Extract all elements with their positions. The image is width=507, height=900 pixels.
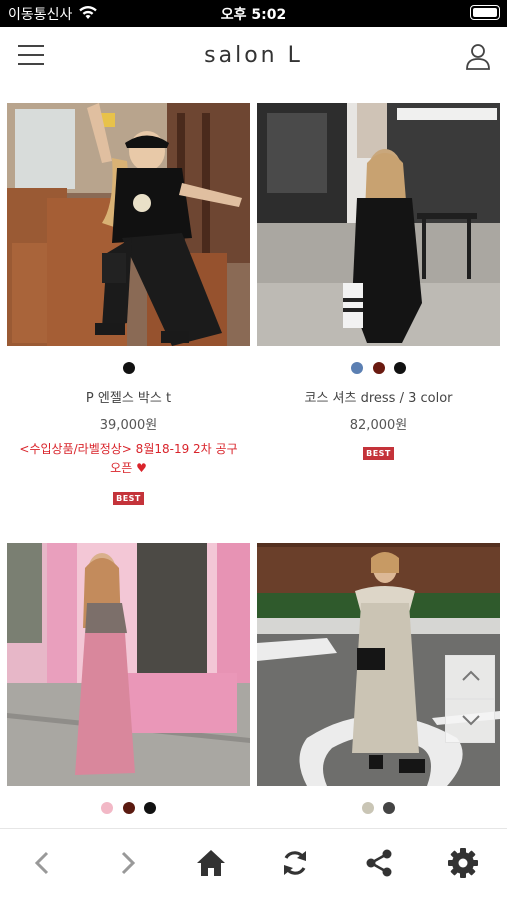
color-swatch[interactable] <box>122 802 135 814</box>
product-image[interactable] <box>257 103 500 346</box>
best-badge: BEST <box>113 492 144 505</box>
color-swatch[interactable] <box>372 362 385 374</box>
color-swatches <box>7 802 250 816</box>
app-header: salon L <box>0 27 507 89</box>
color-swatch[interactable] <box>101 802 114 814</box>
product-card[interactable]: 코스 셔츠 dress / 3 color 82,000원 BEST <box>257 103 500 460</box>
refresh-button[interactable] <box>277 845 313 881</box>
user-icon[interactable] <box>465 43 491 71</box>
clock: 오후 5:02 <box>220 7 287 23</box>
chevron-down-icon <box>462 715 480 726</box>
color-swatch[interactable] <box>351 362 364 374</box>
share-button[interactable] <box>361 845 397 881</box>
color-swatches <box>257 802 500 816</box>
gear-icon <box>448 848 478 878</box>
product-promo-text: <수입상품/라벨정상> 8월18-19 2차 공구오픈 ♥ <box>19 442 238 475</box>
product-image[interactable] <box>7 103 250 346</box>
product-name[interactable]: P 엔젤스 박스 t <box>7 387 250 406</box>
product-image[interactable] <box>7 543 250 786</box>
best-badge: BEST <box>363 447 394 460</box>
product-price: 39,000원 <box>99 418 158 433</box>
bottom-toolbar <box>0 828 507 900</box>
product-price: 82,000원 <box>349 418 408 433</box>
scroll-up-button[interactable] <box>445 655 495 699</box>
color-swatch[interactable] <box>383 802 396 814</box>
back-button[interactable] <box>25 845 61 881</box>
share-icon <box>366 849 392 877</box>
battery-icon <box>470 5 500 20</box>
product-card[interactable] <box>7 543 250 816</box>
color-swatch[interactable] <box>143 802 156 814</box>
forward-button[interactable] <box>109 845 145 881</box>
status-bar: 이동통신사 오후 5:02 <box>0 0 507 27</box>
color-swatch[interactable] <box>361 802 374 814</box>
home-button[interactable] <box>193 845 229 881</box>
product-grid: P 엔젤스 박스 t 39,000원 <수입상품/라벨정상> 8월18-19 2… <box>0 103 507 828</box>
home-icon <box>197 850 225 876</box>
settings-button[interactable] <box>445 845 481 881</box>
product-card[interactable]: P 엔젤스 박스 t 39,000원 <수입상품/라벨정상> 8월18-19 2… <box>7 103 250 505</box>
scroll-down-button[interactable] <box>445 699 495 743</box>
brand-logo[interactable]: salon L <box>0 43 507 68</box>
chevron-right-icon <box>121 851 136 875</box>
chevron-up-icon <box>462 670 480 681</box>
color-swatches <box>257 362 500 376</box>
color-swatch[interactable] <box>393 362 406 374</box>
color-swatches <box>7 362 250 376</box>
color-swatch[interactable] <box>122 362 135 374</box>
product-name[interactable]: 코스 셔츠 dress / 3 color <box>257 387 500 406</box>
chevron-left-icon <box>34 851 49 875</box>
refresh-icon <box>284 851 306 875</box>
